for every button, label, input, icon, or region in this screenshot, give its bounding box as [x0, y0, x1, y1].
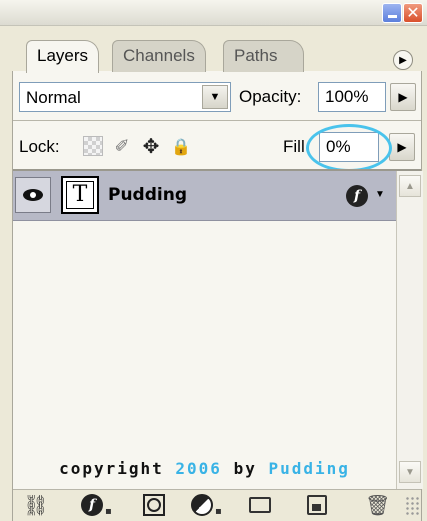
- link-layers-icon[interactable]: ⛓: [21, 493, 51, 517]
- lock-image-icon[interactable]: ✐: [112, 136, 132, 157]
- tab-paths[interactable]: Paths: [223, 40, 305, 72]
- layer-name[interactable]: Pudding: [108, 185, 187, 205]
- lock-transparency-icon[interactable]: [83, 136, 103, 156]
- add-layer-style-icon[interactable]: f ▪: [81, 493, 112, 517]
- copyright-author: Pudding: [268, 459, 350, 478]
- chevron-down-icon[interactable]: ▼: [202, 85, 228, 109]
- fill-label: Fill: [283, 137, 305, 156]
- divider: [13, 120, 421, 121]
- copyright-year: 2006: [175, 459, 222, 478]
- tab-channels[interactable]: Channels: [112, 40, 206, 72]
- opacity-input[interactable]: 100%: [318, 82, 386, 112]
- copyright-prefix: copyright: [59, 459, 176, 478]
- panel-menu-icon[interactable]: ▶: [393, 50, 413, 70]
- text-layer-icon: T: [66, 181, 94, 209]
- submenu-indicator: ▪: [215, 505, 222, 517]
- new-adjustment-layer-icon[interactable]: ▪: [191, 493, 222, 517]
- copyright-text: copyright 2006 by Pudding: [13, 459, 396, 478]
- delete-layer-trash-icon[interactable]: 🗑: [365, 493, 390, 517]
- blend-opacity-row: Normal ▼ Opacity: 100% ▶: [13, 79, 421, 113]
- resize-grip-icon[interactable]: [405, 496, 421, 516]
- fill-slider-arrow-icon[interactable]: ▶: [389, 133, 415, 161]
- panel-titlebar: ✕: [0, 0, 427, 26]
- expand-effects-icon[interactable]: ▼: [375, 189, 385, 200]
- scroll-up-icon[interactable]: ▲: [399, 175, 421, 197]
- lock-fill-row: Lock: ✐ ✥ 🔒 Fill 0% ▶: [13, 124, 421, 172]
- blend-mode-value: Normal: [26, 88, 81, 107]
- layers-toolbar: ⛓ f ▪ ▪ 🗑: [13, 490, 421, 521]
- layer-list-scrollbar[interactable]: ▲ ▼: [396, 171, 423, 489]
- blend-mode-select[interactable]: Normal ▼: [19, 82, 231, 112]
- new-layer-icon[interactable]: [307, 493, 327, 517]
- scroll-down-icon[interactable]: ▼: [399, 461, 421, 483]
- layers-panel: Normal ▼ Opacity: 100% ▶ Lock: ✐ ✥ 🔒 Fil…: [12, 71, 423, 521]
- opacity-label: Opacity:: [239, 87, 302, 106]
- layer-thumbnail[interactable]: T: [61, 176, 99, 214]
- fx-circle: f: [81, 494, 103, 516]
- lock-all-icon[interactable]: 🔒: [171, 136, 191, 156]
- layer-list: T Pudding f ▼: [13, 171, 396, 471]
- close-icon[interactable]: ✕: [403, 3, 423, 23]
- adjustment-circle: [191, 494, 213, 516]
- panel-tabs: Paths Channels Layers ▶: [0, 26, 427, 73]
- eye-icon: [23, 189, 43, 201]
- lock-position-icon[interactable]: ✥: [141, 134, 161, 158]
- copyright-by: by: [221, 459, 269, 478]
- opacity-slider-arrow-icon[interactable]: ▶: [390, 83, 416, 111]
- new-group-folder-icon[interactable]: [249, 493, 271, 517]
- lock-label: Lock:: [19, 137, 60, 156]
- layer-row[interactable]: T Pudding f ▼: [13, 171, 396, 221]
- submenu-indicator: ▪: [105, 505, 112, 517]
- minimize-icon[interactable]: [382, 3, 402, 23]
- fill-input[interactable]: 0%: [319, 132, 379, 162]
- layer-visibility-toggle[interactable]: [15, 177, 51, 213]
- add-layer-mask-icon[interactable]: [143, 493, 165, 517]
- layer-effects-icon[interactable]: f: [346, 185, 368, 207]
- tab-layers[interactable]: Layers: [26, 40, 100, 73]
